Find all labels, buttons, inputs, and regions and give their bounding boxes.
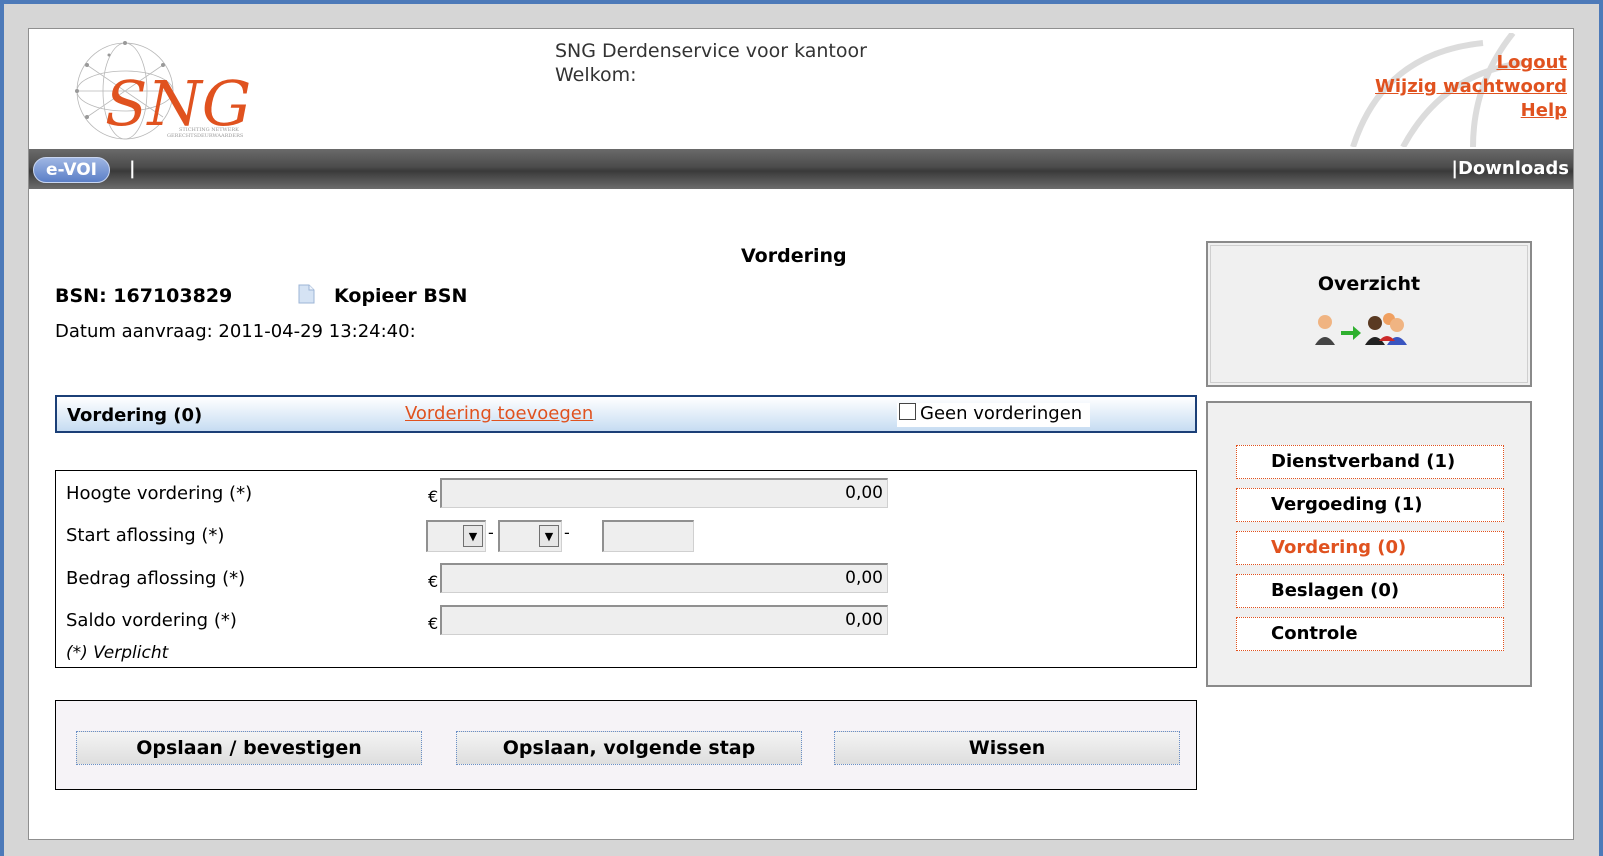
hoogte-label: Hoogte vordering (*) — [66, 483, 253, 504]
step-dienstverband[interactable]: Dienstverband (1) — [1236, 445, 1504, 479]
copy-document-icon[interactable] — [295, 283, 317, 305]
geen-vorderingen-option[interactable]: Geen vorderingen — [897, 403, 1091, 427]
header-links: Logout Wijzig wachtwoord Help — [1375, 51, 1567, 123]
page-container: SNG STICHTING NETWERK GERECHTSDEURWAARDE… — [28, 28, 1574, 840]
geen-vorderingen-label: Geen vorderingen — [920, 403, 1083, 424]
bedrag-label: Bedrag aflossing (*) — [66, 568, 246, 589]
logout-link[interactable]: Logout — [1375, 51, 1567, 75]
clear-button[interactable]: Wissen — [834, 731, 1180, 765]
sng-logo: SNG STICHTING NETWERK GERECHTSDEURWAARDE… — [75, 41, 251, 140]
downloads-link[interactable]: |Downloads — [1451, 157, 1569, 181]
add-vordering-link[interactable]: Vordering toevoegen — [405, 403, 593, 424]
currency-symbol: € — [428, 487, 439, 506]
step-controle[interactable]: Controle — [1236, 617, 1504, 651]
date-separator: - — [488, 523, 494, 542]
nav-separator: | — [129, 158, 136, 179]
navbar: e-VOI | |Downloads — [29, 149, 1573, 189]
request-date: Datum aanvraag: 2011-04-29 13:24:40: — [55, 321, 416, 342]
hoogte-input[interactable]: 0,00 — [440, 478, 888, 508]
start-year-input[interactable] — [602, 520, 694, 552]
step-vergoeding[interactable]: Vergoeding (1) — [1236, 488, 1504, 522]
chevron-down-icon[interactable]: ▼ — [463, 525, 483, 547]
overzicht-title: Overzicht — [1317, 273, 1421, 295]
bedrag-input[interactable]: 0,00 — [440, 563, 888, 593]
step-vordering[interactable]: Vordering (0) — [1236, 531, 1504, 565]
steps-panel: Dienstverband (1) Vergoeding (1) Vorderi… — [1206, 401, 1532, 687]
start-label: Start aflossing (*) — [66, 525, 225, 546]
page-title: Vordering — [741, 245, 847, 267]
overzicht-panel[interactable]: Overzicht — [1206, 241, 1532, 387]
welcome-text: Welkom: — [555, 64, 637, 86]
save-confirm-button[interactable]: Opslaan / bevestigen — [76, 731, 422, 765]
currency-symbol: € — [428, 614, 439, 633]
vordering-bar: Vordering (0) Vordering toevoegen Geen v… — [55, 395, 1197, 433]
header: SNG STICHTING NETWERK GERECHTSDEURWAARDE… — [29, 29, 1573, 149]
people-transfer-icon[interactable] — [1313, 311, 1423, 349]
currency-symbol: € — [428, 572, 439, 591]
save-next-button[interactable]: Opslaan, volgende stap — [456, 731, 802, 765]
step-beslagen[interactable]: Beslagen (0) — [1236, 574, 1504, 608]
tab-evoi[interactable]: e-VOI — [33, 157, 110, 183]
copy-bsn-button[interactable]: Kopieer BSN — [334, 285, 467, 307]
button-bar: Opslaan / bevestigen Opslaan, volgende s… — [55, 700, 1197, 790]
bsn-label: BSN: 167103829 — [55, 285, 233, 307]
saldo-label: Saldo vordering (*) — [66, 610, 237, 631]
app-title: SNG Derdenservice voor kantoor — [555, 40, 867, 62]
start-day-select[interactable]: ▼ — [426, 520, 486, 552]
svg-text:GERECHTSDEURWAARDERS: GERECHTSDEURWAARDERS — [167, 133, 244, 139]
change-password-link[interactable]: Wijzig wachtwoord — [1375, 75, 1567, 99]
saldo-input[interactable]: 0,00 — [440, 605, 888, 635]
chevron-down-icon[interactable]: ▼ — [539, 525, 559, 547]
help-link[interactable]: Help — [1375, 99, 1567, 123]
vordering-count: Vordering (0) — [67, 405, 203, 426]
geen-vorderingen-checkbox[interactable] — [899, 403, 916, 420]
date-separator: - — [564, 523, 570, 542]
header-title: SNG Derdenservice voor kantoor Welkom: — [555, 39, 867, 87]
vordering-form: Hoogte vordering (*) € 0,00 Start afloss… — [55, 470, 1197, 668]
start-month-select[interactable]: ▼ — [498, 520, 562, 552]
required-note: (*) Verplicht — [66, 643, 169, 663]
